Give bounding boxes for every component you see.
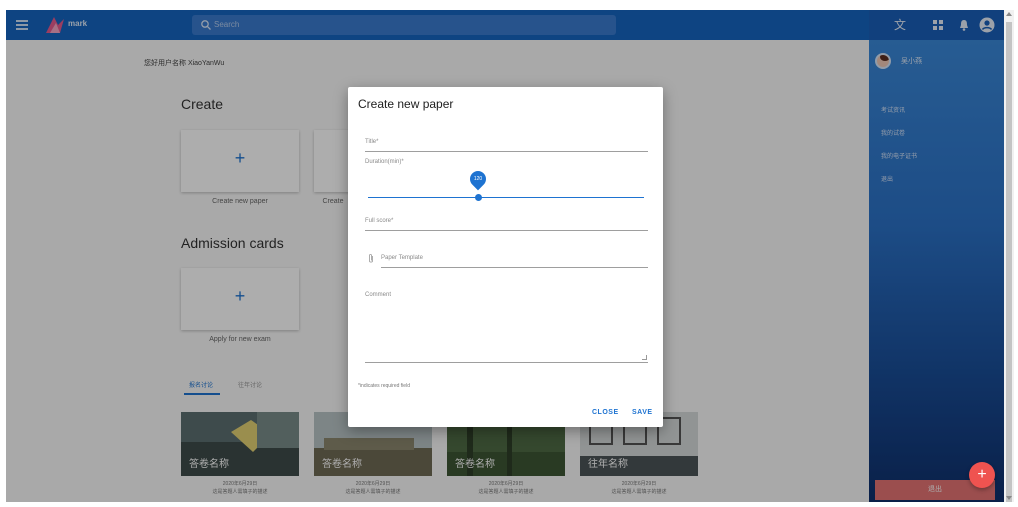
- save-button[interactable]: SAVE: [632, 409, 653, 416]
- title-field-label: Title*: [365, 139, 379, 145]
- duration-slider-thumb[interactable]: [475, 194, 482, 201]
- title-field[interactable]: [365, 151, 648, 152]
- scroll-up-icon[interactable]: [1006, 12, 1012, 16]
- paperclip-icon[interactable]: [367, 253, 375, 264]
- duration-slider[interactable]: [368, 197, 644, 198]
- create-paper-dialog: Create new paper Title* Duration(min)* 1…: [348, 87, 663, 427]
- duration-value: 120: [473, 176, 483, 182]
- duration-field-label: Duration(min)*: [365, 159, 404, 165]
- comment-textarea[interactable]: [365, 287, 648, 363]
- full-score-field[interactable]: [365, 230, 648, 231]
- fab-add-button[interactable]: +: [969, 462, 995, 488]
- resize-handle-icon[interactable]: [642, 355, 647, 360]
- full-score-label: Full score*: [365, 218, 394, 224]
- scroll-down-icon[interactable]: [1006, 496, 1012, 500]
- scroll-thumb[interactable]: [1006, 22, 1012, 502]
- page-scrollbar[interactable]: [1004, 10, 1014, 502]
- close-button[interactable]: CLOSE: [592, 409, 619, 416]
- required-note: *indicates required field: [358, 383, 410, 389]
- dialog-title: Create new paper: [358, 97, 454, 111]
- template-field[interactable]: [381, 267, 648, 268]
- template-field-label: Paper Template: [381, 255, 423, 261]
